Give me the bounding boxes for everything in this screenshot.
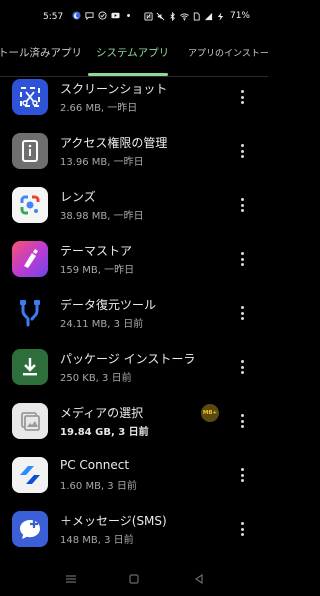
- more-options-icon[interactable]: [234, 410, 250, 432]
- moon-icon: [72, 11, 81, 20]
- screenshot-icon: [12, 79, 48, 115]
- list-item[interactable]: パッケージ インストーラ 250 KB, 3 日前: [0, 342, 268, 396]
- bluetooth-icon: [170, 11, 175, 21]
- more-options-icon[interactable]: [234, 464, 250, 486]
- dot-icon: [127, 14, 130, 17]
- more-options-icon[interactable]: [234, 248, 250, 270]
- status-bar: 5:57 71%: [0, 0, 268, 34]
- battery-percent: 71%: [229, 11, 250, 21]
- tab-app-installer[interactable]: アプリのインストー: [188, 46, 268, 59]
- mute-icon: [156, 12, 165, 20]
- status-time: 5:57: [43, 12, 64, 22]
- app-size-date: 148 MB, 3 日前: [60, 535, 134, 546]
- permission-icon: [12, 133, 48, 169]
- list-item[interactable]: データ復元ツール 24.11 MB, 3 日前: [0, 288, 268, 342]
- app-name: スクリーンショット: [60, 82, 168, 96]
- app-size-date: 250 KB, 3 日前: [60, 373, 132, 384]
- media-picker-icon: [12, 403, 48, 439]
- app-name: パッケージ インストーラ: [60, 352, 196, 366]
- more-options-icon[interactable]: [234, 518, 250, 540]
- app-size-date: 159 MB, 一昨日: [60, 265, 135, 276]
- menu-icon[interactable]: [64, 572, 78, 586]
- app-size-date: 2.66 MB, 一昨日: [60, 103, 138, 114]
- tab-system-apps[interactable]: システムアプリ: [96, 45, 169, 60]
- pc-connect-icon: [12, 457, 48, 493]
- tab-bar: トール済みアプリ システムアプリ アプリのインストー: [0, 34, 268, 77]
- list-item[interactable]: アクセス権限の管理 13.96 MB, 一昨日: [0, 126, 268, 180]
- app-name: ＋メッセージ(SMS): [60, 514, 167, 528]
- data-restore-icon: [12, 295, 48, 331]
- notification-icons: [72, 11, 133, 20]
- app-size-date: 19.84 GB, 3 日前: [60, 427, 149, 438]
- app-name: レンズ: [60, 190, 96, 204]
- app-name: テーマストア: [60, 244, 133, 258]
- nfc-icon: [144, 11, 153, 21]
- mb-plus-badge: MB+: [201, 404, 219, 422]
- home-icon[interactable]: [127, 572, 141, 586]
- back-icon[interactable]: [192, 572, 206, 586]
- app-name: アクセス権限の管理: [60, 136, 168, 150]
- check-circle-icon: [98, 11, 107, 20]
- list-item[interactable]: PC Connect 1.60 MB, 3 日前: [0, 450, 268, 504]
- charging-icon: [217, 11, 224, 21]
- app-name: PC Connect: [60, 458, 130, 472]
- list-item[interactable]: ＋メッセージ(SMS) 148 MB, 3 日前: [0, 504, 268, 558]
- signal-icon: [204, 12, 213, 20]
- app-name: データ復元ツール: [60, 298, 157, 312]
- navigation-bar: [0, 564, 268, 596]
- list-item[interactable]: スクリーンショット 2.66 MB, 一昨日: [0, 72, 268, 126]
- package-installer-icon: [12, 349, 48, 385]
- app-size-date: 24.11 MB, 3 日前: [60, 319, 144, 330]
- theme-store-icon: [12, 241, 48, 277]
- app-name: メディアの選択: [60, 406, 144, 420]
- youtube-icon: [111, 12, 120, 19]
- more-options-icon[interactable]: [234, 86, 250, 108]
- system-status-icons: 71%: [144, 11, 250, 21]
- app-size-date: 13.96 MB, 一昨日: [60, 157, 144, 168]
- more-options-icon[interactable]: [234, 194, 250, 216]
- lens-icon: [12, 187, 48, 223]
- list-item[interactable]: メディアの選択 19.84 GB, 3 日前 MB+: [0, 396, 268, 450]
- tab-installed-apps[interactable]: トール済みアプリ: [0, 45, 82, 60]
- app-size-date: 38.98 MB, 一昨日: [60, 211, 144, 222]
- more-options-icon[interactable]: [234, 140, 250, 162]
- list-item[interactable]: テーマストア 159 MB, 一昨日: [0, 234, 268, 288]
- more-options-icon[interactable]: [234, 356, 250, 378]
- plus-message-icon: [12, 511, 48, 547]
- app-size-date: 1.60 MB, 3 日前: [60, 481, 137, 492]
- sim-icon: [193, 11, 200, 21]
- more-options-icon[interactable]: [234, 302, 250, 324]
- message-icon: [85, 12, 94, 20]
- wifi-icon: [180, 13, 189, 20]
- list-item[interactable]: レンズ 38.98 MB, 一昨日: [0, 180, 268, 234]
